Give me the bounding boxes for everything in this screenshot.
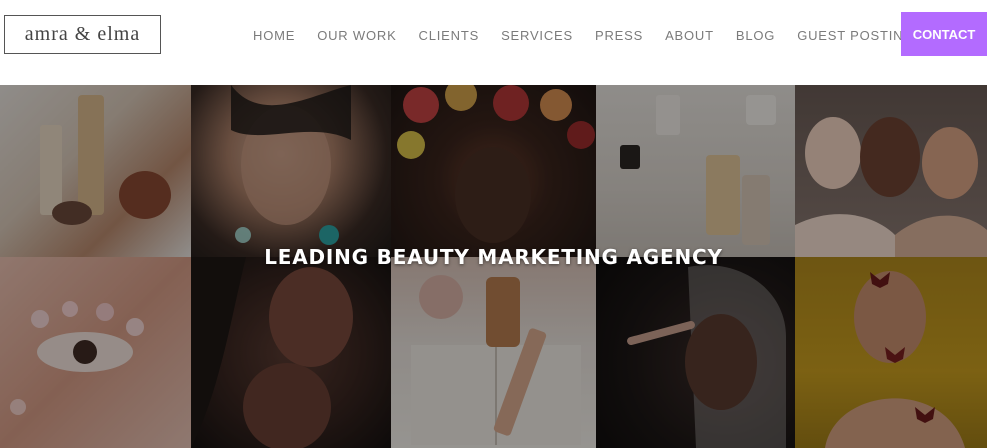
hero-banner: LEADING BEAUTY MARKETING AGENCY — [0, 85, 987, 448]
contact-button[interactable]: CONTACT — [901, 12, 987, 56]
nav-guest-posting[interactable]: GUEST POSTING — [797, 28, 914, 43]
hero-title: LEADING BEAUTY MARKETING AGENCY — [264, 245, 723, 269]
nav-about[interactable]: ABOUT — [665, 28, 714, 43]
site-logo[interactable]: amra & elma — [4, 15, 161, 54]
main-navigation: HOME OUR WORK CLIENTS SERVICES PRESS ABO… — [253, 25, 936, 45]
nav-clients[interactable]: CLIENTS — [419, 28, 480, 43]
nav-blog[interactable]: BLOG — [736, 28, 775, 43]
site-header: amra & elma HOME OUR WORK CLIENTS SERVIC… — [0, 0, 987, 85]
nav-home[interactable]: HOME — [253, 28, 295, 43]
nav-press[interactable]: PRESS — [595, 28, 643, 43]
nav-our-work[interactable]: OUR WORK — [317, 28, 396, 43]
nav-services[interactable]: SERVICES — [501, 28, 573, 43]
